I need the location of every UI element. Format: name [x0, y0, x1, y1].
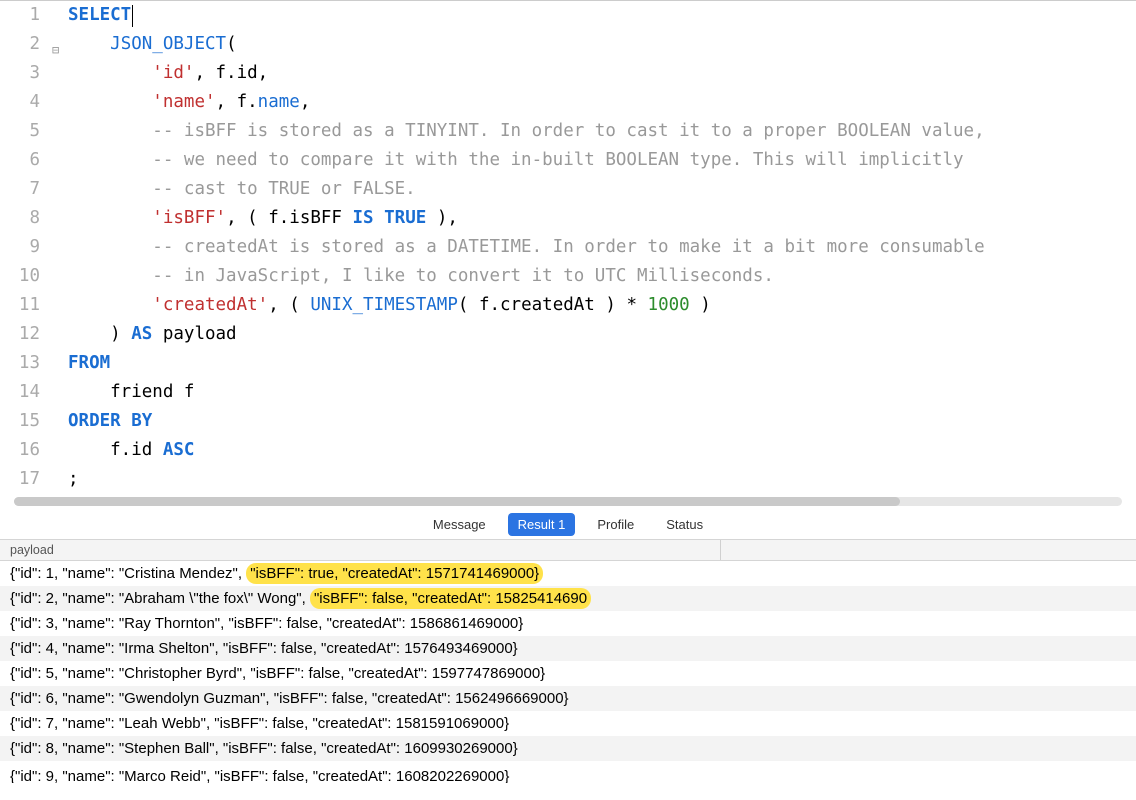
code-text[interactable]: ORDER BY	[66, 407, 1136, 436]
result-cell-text: {"id": 5, "name": "Christopher Byrd", "i…	[10, 665, 545, 682]
result-row[interactable]: {"id": 3, "name": "Ray Thornton", "isBFF…	[0, 611, 1136, 636]
code-text[interactable]: 'id', f.id,	[66, 59, 1136, 88]
result-row[interactable]: {"id": 2, "name": "Abraham \"the fox\" W…	[0, 586, 1136, 611]
result-row[interactable]: {"id": 7, "name": "Leah Webb", "isBFF": …	[0, 711, 1136, 736]
code-line[interactable]: 9 -- createdAt is stored as a DATETIME. …	[0, 233, 1136, 262]
results-grid[interactable]: {"id": 1, "name": "Cristina Mendez", "is…	[0, 561, 1136, 800]
result-cell-text: {"id": 7, "name": "Leah Webb", "isBFF": …	[10, 715, 509, 732]
code-text[interactable]: 'name', f.name,	[66, 88, 1136, 117]
code-line[interactable]: 5 -- isBFF is stored as a TINYINT. In or…	[0, 117, 1136, 146]
code-line[interactable]: 10 -- in JavaScript, I like to convert i…	[0, 262, 1136, 291]
line-number: 1	[0, 1, 52, 30]
result-row[interactable]: {"id": 4, "name": "Irma Shelton", "isBFF…	[0, 636, 1136, 661]
code-line[interactable]: 4 'name', f.name,	[0, 88, 1136, 117]
code-line[interactable]: 11 'createdAt', ( UNIX_TIMESTAMP( f.crea…	[0, 291, 1136, 320]
sql-editor-pane[interactable]: 1SELECT2⊟ JSON_OBJECT(3 'id', f.id,4 'na…	[0, 0, 1136, 510]
tab-status[interactable]: Status	[656, 513, 713, 536]
code-text[interactable]: 'createdAt', ( UNIX_TIMESTAMP( f.created…	[66, 291, 1136, 320]
code-text[interactable]: f.id ASC	[66, 436, 1136, 465]
code-area[interactable]: 1SELECT2⊟ JSON_OBJECT(3 'id', f.id,4 'na…	[0, 1, 1136, 494]
tab-message[interactable]: Message	[423, 513, 496, 536]
code-text[interactable]: -- createdAt is stored as a DATETIME. In…	[66, 233, 1136, 262]
line-number: 14	[0, 378, 52, 407]
code-line[interactable]: 12 ) AS payload	[0, 320, 1136, 349]
result-cell-text: {"id": 2, "name": "Abraham \"the fox\" W…	[10, 590, 310, 607]
line-number: 15	[0, 407, 52, 436]
result-cell-text: {"id": 1, "name": "Cristina Mendez",	[10, 565, 246, 582]
line-number: 8	[0, 204, 52, 233]
line-number: 5	[0, 117, 52, 146]
tab-profile[interactable]: Profile	[587, 513, 644, 536]
code-text[interactable]: -- isBFF is stored as a TINYINT. In orde…	[66, 117, 1136, 146]
code-line[interactable]: 16 f.id ASC	[0, 436, 1136, 465]
line-number: 12	[0, 320, 52, 349]
line-number: 2	[0, 30, 52, 59]
line-number: 7	[0, 175, 52, 204]
horizontal-scrollbar[interactable]	[14, 497, 1122, 506]
highlighted-text: "isBFF": true, "createdAt": 157174146900…	[246, 563, 543, 584]
code-text[interactable]: JSON_OBJECT(	[66, 30, 1136, 59]
line-number: 16	[0, 436, 52, 465]
scrollbar-thumb[interactable]	[14, 497, 900, 506]
line-number: 4	[0, 88, 52, 117]
result-cell-text: {"id": 6, "name": "Gwendolyn Guzman", "i…	[10, 690, 569, 707]
text-caret	[132, 5, 133, 27]
column-header-label: payload	[10, 543, 54, 557]
code-line[interactable]: 7 -- cast to TRUE or FALSE.	[0, 175, 1136, 204]
code-line[interactable]: 2⊟ JSON_OBJECT(	[0, 30, 1136, 59]
tab-result-1[interactable]: Result 1	[508, 513, 576, 536]
results-tabs-bar: Message Result 1 Profile Status	[0, 510, 1136, 540]
result-cell-text: {"id": 3, "name": "Ray Thornton", "isBFF…	[10, 615, 523, 632]
code-line[interactable]: 14 friend f	[0, 378, 1136, 407]
highlighted-text: "isBFF": false, "createdAt": 15825414690	[310, 588, 591, 609]
code-text[interactable]: ) AS payload	[66, 320, 1136, 349]
result-row[interactable]: {"id": 5, "name": "Christopher Byrd", "i…	[0, 661, 1136, 686]
line-number: 9	[0, 233, 52, 262]
fold-collapse-icon[interactable]: ⊟	[52, 36, 59, 65]
code-text[interactable]: FROM	[66, 349, 1136, 378]
code-text[interactable]: SELECT	[66, 1, 1136, 30]
line-number: 17	[0, 465, 52, 494]
result-cell-text: {"id": 4, "name": "Irma Shelton", "isBFF…	[10, 640, 518, 657]
result-row[interactable]: {"id": 6, "name": "Gwendolyn Guzman", "i…	[0, 686, 1136, 711]
result-row[interactable]: {"id": 9, "name": "Marco Reid", "isBFF":…	[0, 761, 1136, 783]
code-text[interactable]: friend f	[66, 378, 1136, 407]
code-line[interactable]: 13 FROM	[0, 349, 1136, 378]
line-number: 3	[0, 59, 52, 88]
line-number: 11	[0, 291, 52, 320]
result-row[interactable]: {"id": 1, "name": "Cristina Mendez", "is…	[0, 561, 1136, 586]
results-column-header: payload	[0, 540, 1136, 561]
code-line[interactable]: 8 'isBFF', ( f.isBFF IS TRUE ),	[0, 204, 1136, 233]
result-cell-text: {"id": 8, "name": "Stephen Ball", "isBFF…	[10, 740, 518, 757]
column-divider[interactable]	[720, 540, 721, 560]
code-text[interactable]: -- in JavaScript, I like to convert it t…	[66, 262, 1136, 291]
code-text[interactable]: -- we need to compare it with the in-bui…	[66, 146, 1136, 175]
code-line[interactable]: 15 ORDER BY	[0, 407, 1136, 436]
code-line[interactable]: 1 SELECT	[0, 1, 1136, 30]
code-line[interactable]: 17;	[0, 465, 1136, 494]
result-row[interactable]: {"id": 8, "name": "Stephen Ball", "isBFF…	[0, 736, 1136, 761]
code-line[interactable]: 6 -- we need to compare it with the in-b…	[0, 146, 1136, 175]
line-number: 10	[0, 262, 52, 291]
code-text[interactable]: -- cast to TRUE or FALSE.	[66, 175, 1136, 204]
code-text[interactable]: ;	[66, 465, 1136, 494]
code-line[interactable]: 3 'id', f.id,	[0, 59, 1136, 88]
code-text[interactable]: 'isBFF', ( f.isBFF IS TRUE ),	[66, 204, 1136, 233]
line-number: 13	[0, 349, 52, 378]
line-number: 6	[0, 146, 52, 175]
result-cell-text: {"id": 9, "name": "Marco Reid", "isBFF":…	[10, 768, 509, 783]
